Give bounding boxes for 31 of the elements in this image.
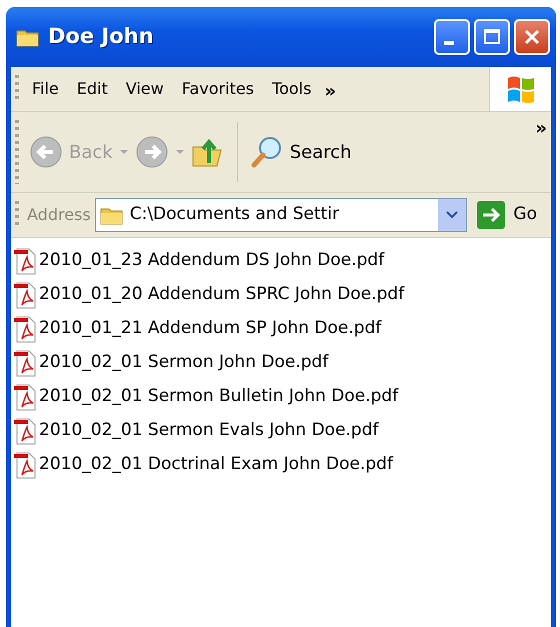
menu-item[interactable]: File bbox=[23, 75, 68, 103]
address-combobox[interactable]: C:\Documents and Settir bbox=[94, 198, 468, 232]
close-button[interactable] bbox=[514, 19, 550, 55]
address-field[interactable]: C:\Documents and Settir bbox=[130, 202, 432, 228]
minimize-icon bbox=[444, 41, 454, 45]
maximize-button[interactable] bbox=[474, 19, 510, 55]
file-name[interactable]: 2010_02_01 Sermon Evals John Doe.pdf bbox=[39, 418, 379, 444]
file-name[interactable]: 2010_01_20 Addendum SPRC John Doe.pdf bbox=[39, 282, 404, 308]
minimize-button[interactable] bbox=[434, 19, 470, 55]
menu-item[interactable]: Edit bbox=[68, 75, 117, 103]
menu-item[interactable]: Favorites bbox=[172, 75, 264, 103]
dropdown-arrow-icon bbox=[118, 149, 129, 155]
address-label: Address bbox=[27, 204, 91, 226]
overflow-button[interactable]: » bbox=[320, 83, 340, 101]
search-button[interactable]: Search bbox=[244, 131, 358, 173]
menu-item[interactable]: View bbox=[116, 75, 173, 103]
close-icon bbox=[523, 28, 541, 46]
file-name[interactable]: 2010_02_01 Sermon John Doe.pdf bbox=[39, 350, 328, 376]
file-name[interactable]: 2010_02_01 Sermon Bulletin John Doe.pdf bbox=[39, 384, 398, 410]
file-name[interactable]: 2010_01_21 Addendum SP John Doe.pdf bbox=[39, 316, 382, 342]
chevron-down-icon bbox=[446, 211, 458, 219]
dropdown-arrow-icon bbox=[174, 149, 185, 155]
dropdown-button[interactable] bbox=[438, 199, 466, 231]
overflow-button[interactable]: » bbox=[531, 120, 551, 138]
go-button[interactable]: Go bbox=[471, 201, 543, 229]
window-title: Doe John bbox=[48, 23, 155, 50]
menu-item[interactable]: Tools bbox=[263, 75, 320, 103]
maximize-icon bbox=[483, 28, 501, 46]
search-icon bbox=[250, 135, 284, 169]
file-name[interactable]: 2010_01_23 Addendum DS John Doe.pdf bbox=[39, 248, 384, 274]
file-name[interactable]: 2010_02_01 Doctrinal Exam John Doe.pdf bbox=[39, 452, 393, 478]
